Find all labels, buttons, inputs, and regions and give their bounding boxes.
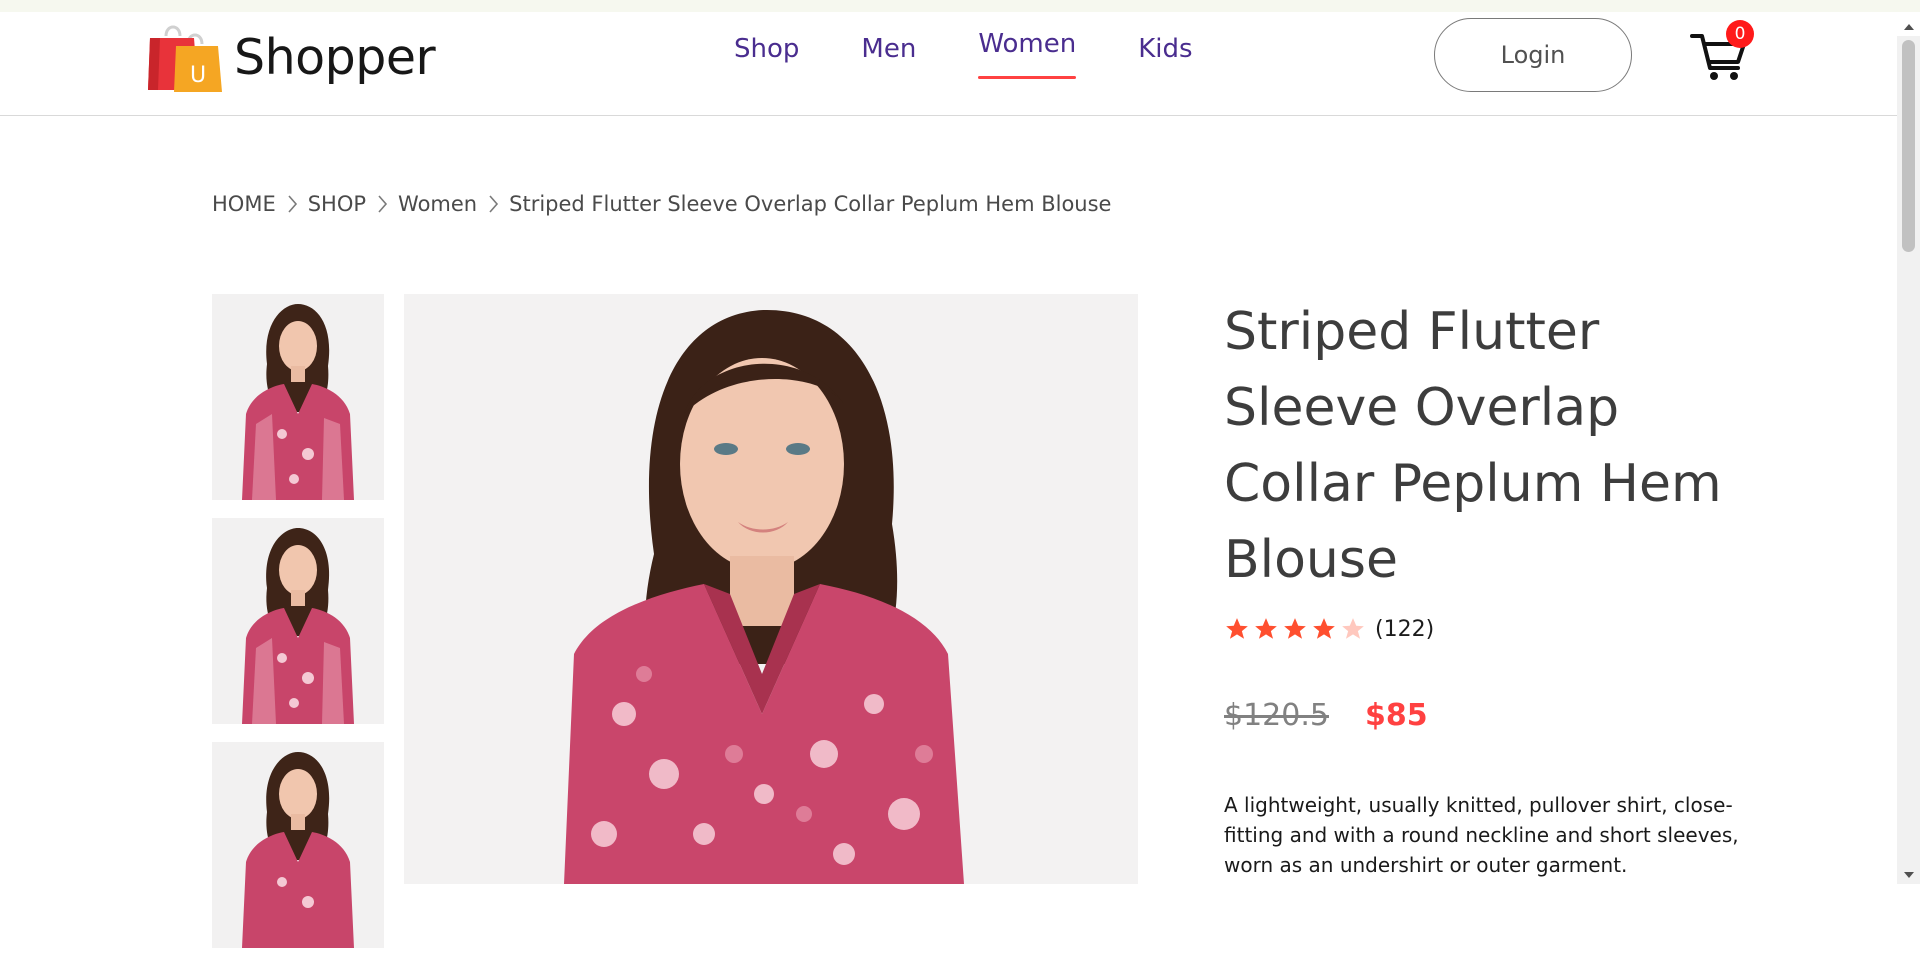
breadcrumb-shop[interactable]: SHOP — [308, 192, 366, 216]
nav-men[interactable]: Men — [861, 34, 916, 90]
scroll-down-arrow-icon[interactable] — [1904, 872, 1914, 878]
star-icon — [1284, 618, 1306, 639]
breadcrumb-home[interactable]: HOME — [212, 192, 276, 216]
cart-count-badge: 0 — [1726, 20, 1754, 48]
product-rating: (122) — [1224, 616, 1434, 642]
chevron-right-icon — [489, 195, 499, 213]
model-photo — [404, 294, 1138, 884]
old-price: $120.5 — [1224, 698, 1329, 733]
model-photo — [212, 518, 384, 724]
model-photo — [212, 742, 384, 948]
shopping-bag-icon: U — [148, 25, 222, 92]
new-price: $85 — [1364, 698, 1428, 733]
star-empty-icon — [1342, 618, 1364, 639]
navbar: U Shopper Shop Men Women Kids Login 0 — [0, 12, 1897, 116]
breadcrumb-category[interactable]: Women — [398, 192, 477, 216]
nav-women[interactable]: Women — [978, 29, 1076, 85]
product-thumbnail[interactable] — [212, 742, 384, 948]
product-description: A lightweight, usually knitted, pullover… — [1224, 793, 1739, 877]
product-thumbnails — [212, 294, 384, 966]
scrollbar-thumb[interactable] — [1902, 40, 1915, 252]
page-scrollbar[interactable] — [1897, 36, 1920, 884]
star-icon — [1255, 618, 1277, 639]
chevron-right-icon — [378, 195, 388, 213]
product-title: Striped Flutter Sleeve Overlap Collar Pe… — [1224, 302, 1722, 590]
breadcrumb-product: Striped Flutter Sleeve Overlap Collar Pe… — [509, 192, 1112, 216]
login-button[interactable]: Login — [1434, 18, 1632, 92]
breadcrumb: HOME SHOP Women Striped Flutter Sleeve O… — [212, 192, 1111, 216]
brand-logo[interactable]: U Shopper — [146, 20, 436, 94]
browser-top-strip — [0, 0, 1920, 12]
review-count: (122) — [1375, 616, 1435, 642]
product-main-image — [404, 294, 1138, 884]
nav-kids[interactable]: Kids — [1138, 34, 1192, 90]
model-photo — [212, 294, 384, 500]
nav-shop[interactable]: Shop — [734, 34, 799, 90]
logo-letter: U — [190, 63, 206, 88]
chevron-right-icon — [288, 195, 297, 213]
star-icon — [1313, 618, 1335, 639]
price-block: $120.5 $85 — [1224, 698, 1428, 733]
brand-name: Shopper — [234, 28, 436, 86]
product-thumbnail[interactable] — [212, 294, 384, 500]
product-thumbnail[interactable] — [212, 518, 384, 724]
scroll-up-arrow-icon[interactable] — [1904, 24, 1914, 30]
star-icon — [1226, 618, 1248, 639]
main-menu: Shop Men Women Kids — [734, 29, 1255, 90]
